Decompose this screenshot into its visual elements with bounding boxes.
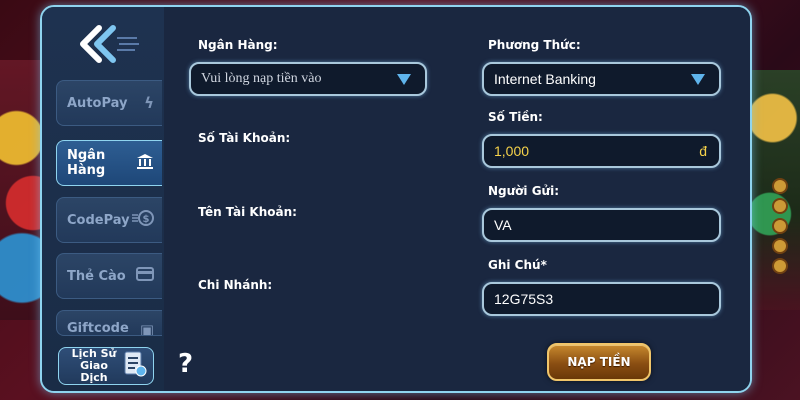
method-select-value: Internet Banking [494, 71, 596, 87]
bank-select-placeholder: Vui lòng nạp tiền vào [201, 71, 322, 86]
amount-value: 1,000 [494, 143, 530, 159]
gift-icon: ▣ [139, 321, 154, 336]
amount-field[interactable]: 1,000 đ [482, 134, 721, 168]
sidebar-item-label: CodePay [67, 212, 130, 228]
account-number-label: Số Tài Khoản: [198, 131, 291, 145]
bank-icon [136, 153, 154, 173]
note-value: 12G75S3 [494, 291, 554, 307]
bank-label: Ngân Hàng: [198, 38, 278, 52]
bank-select[interactable]: Vui lòng nạp tiền vào [189, 62, 427, 96]
sidebar-item-ngan-hang[interactable]: Ngân Hàng [56, 140, 162, 186]
help-icon[interactable]: ? [178, 349, 193, 379]
sender-field[interactable]: VA [482, 208, 721, 242]
deposit-sidebar: AutoPay ϟ Ngân Hàng CodePay $ Thẻ Cào Gi… [42, 7, 164, 391]
deposit-dialog: AutoPay ϟ Ngân Hàng CodePay $ Thẻ Cào Gi… [40, 5, 752, 393]
transaction-history-button[interactable]: Lịch Sử Giao Dịch [58, 347, 154, 385]
sidebar-item-label: AutoPay [67, 95, 128, 111]
transaction-history-label: Lịch Sử Giao Dịch [71, 347, 117, 384]
method-select[interactable]: Internet Banking [482, 62, 721, 96]
account-name-label: Tên Tài Khoản: [198, 205, 297, 219]
sender-value: VA [494, 217, 512, 233]
sender-label: Người Gửi: [488, 184, 560, 198]
svg-text:$: $ [143, 214, 150, 225]
lightning-icon: ϟ [144, 94, 154, 112]
sidebar-item-label: Ngân Hàng [67, 148, 106, 178]
sidebar-item-autopay[interactable]: AutoPay ϟ [56, 80, 162, 126]
deposit-submit-button[interactable]: NẠP TIỀN [547, 343, 651, 381]
note-field[interactable]: 12G75S3 [482, 282, 721, 316]
note-label: Ghi Chú* [488, 258, 547, 272]
double-chevron-left-icon [80, 25, 139, 63]
currency-unit: đ [699, 143, 707, 159]
method-label: Phương Thức: [488, 38, 581, 52]
sidebar-item-label: Giftcode [67, 321, 129, 336]
sidebar-item-label: Thẻ Cào [67, 268, 126, 284]
sidebar-item-giftcode[interactable]: Giftcode ▣ [56, 310, 162, 336]
back-button[interactable] [74, 21, 144, 67]
receipt-icon [123, 350, 147, 382]
coin-icon: $ [132, 210, 154, 230]
amount-label: Số Tiền: [488, 110, 543, 124]
background-game-art-right [745, 70, 800, 310]
sidebar-item-the-cao[interactable]: Thẻ Cào [56, 253, 162, 299]
branch-label: Chi Nhánh: [198, 278, 273, 292]
chevron-down-icon [397, 74, 411, 85]
sidebar-item-codepay[interactable]: CodePay $ [56, 197, 162, 243]
card-icon [136, 267, 154, 285]
chevron-down-icon [691, 74, 705, 85]
background-decor-dots [774, 180, 786, 272]
